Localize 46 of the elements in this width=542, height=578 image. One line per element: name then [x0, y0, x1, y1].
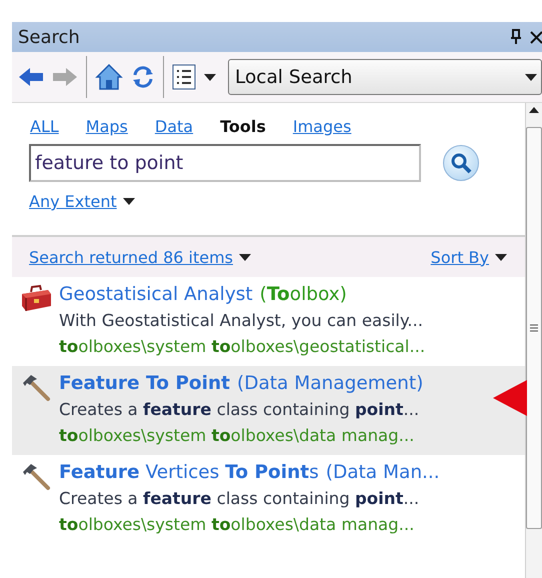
result-description: Creates a feature class containing point...	[59, 399, 420, 421]
tab[interactable]: Images	[292, 117, 352, 136]
tab[interactable]: Tools	[220, 117, 266, 136]
scroll-up-icon[interactable]	[529, 107, 539, 113]
tab[interactable]: Maps	[86, 117, 128, 136]
result-title[interactable]: Feature To Point	[59, 372, 230, 396]
list-view-icon[interactable]	[172, 64, 196, 90]
window-title: Search	[18, 26, 80, 48]
search-button[interactable]	[443, 145, 479, 181]
tab[interactable]: Data	[154, 117, 194, 136]
scope-dropdown[interactable]: Local Search	[228, 59, 542, 95]
results-count-link[interactable]: Search returned 86 items	[29, 248, 233, 266]
result-path: toolboxes\system toolboxes\data manag...	[59, 514, 416, 536]
close-icon[interactable]	[530, 30, 542, 44]
caret-icon	[525, 74, 537, 80]
result-description: Creates a feature class containing point...	[59, 488, 420, 510]
result-item[interactable]: Geostatisical Analyst (Toolbox) With Geostatistical Analyst, you can easily... toolboxes\system toolboxes\geostatistical...	[12, 277, 525, 366]
pin-icon[interactable]	[510, 29, 522, 45]
result-path: toolboxes\system toolboxes\geostatistical...	[59, 336, 426, 358]
result-title[interactable]: Feature Vertices To Points	[59, 461, 319, 485]
tab[interactable]: ALL	[30, 117, 59, 136]
refresh-icon[interactable]	[131, 65, 155, 89]
search-field[interactable]: feature to point	[29, 144, 421, 182]
back-arrow-icon[interactable]	[18, 66, 44, 88]
home-icon[interactable]	[95, 63, 123, 91]
result-item[interactable]: Feature To Point (Data Management) Creates a feature class containing point... toolboxes\system toolboxes\data manag...	[12, 366, 525, 455]
result-item[interactable]: Feature Vertices To Points (Data Man... Creates a feature class containing point... toolboxes\system toolboxes\data manag...	[12, 455, 525, 544]
sort-by-link[interactable]: Sort By	[430, 248, 489, 266]
caret-icon[interactable]	[495, 254, 507, 260]
toolbox-icon	[20, 284, 52, 312]
scrollbar[interactable]	[525, 103, 542, 578]
hammer-icon	[21, 373, 51, 403]
result-title[interactable]: Geostatisical Analyst	[59, 283, 253, 307]
result-path: toolboxes\system toolboxes\data manag...	[59, 425, 416, 447]
caret-icon[interactable]	[122, 198, 135, 205]
scroll-thumb[interactable]	[526, 127, 542, 529]
hammer-icon	[21, 462, 51, 492]
result-category: (Data Man...	[326, 461, 440, 485]
extent-link[interactable]: Any Extent	[29, 192, 117, 211]
caret-icon[interactable]	[239, 254, 251, 260]
result-category: (Data Management)	[236, 372, 424, 396]
caret-icon[interactable]	[204, 74, 216, 80]
grip-icon	[530, 324, 538, 332]
result-description: With Geostatistical Analyst, you can easily...	[59, 310, 424, 332]
result-category: (Toolbox)	[260, 283, 347, 307]
search-icon	[450, 152, 472, 174]
